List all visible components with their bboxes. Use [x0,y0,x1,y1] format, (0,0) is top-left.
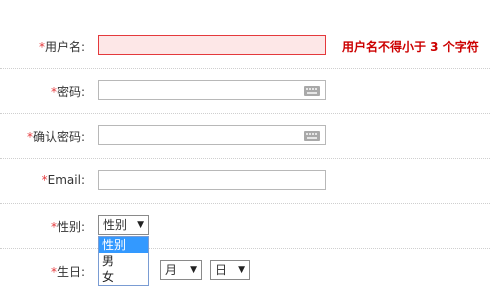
email-label: *Email: [41,173,85,187]
username-input[interactable] [98,35,326,55]
birthday-month-select[interactable]: 月 ▼ [160,260,202,280]
birthday-label: *生日: [50,265,85,279]
confirm-password-row: *确认密码: [0,115,490,159]
username-row: *用户名: 用户名不得小于 3 个字符 [0,25,490,69]
keyboard-icon[interactable] [304,131,320,141]
password-label: *密码: [50,85,85,99]
password-input[interactable] [98,80,326,100]
email-row: *Email: [0,160,490,204]
chevron-down-icon: ▼ [238,265,245,275]
chevron-down-icon: ▼ [190,265,197,275]
day-select-value: 日 [215,263,228,277]
month-select-value: 月 [165,263,178,277]
gender-dropdown-list: 性别 男 女 [98,236,149,286]
gender-select[interactable]: 性别 ▼ [98,215,149,235]
gender-option[interactable]: 男 [99,253,148,269]
birthday-row: *生日: 月 ▼ 日 ▼ [0,250,490,294]
gender-option[interactable]: 女 [99,269,148,285]
confirm-password-input[interactable] [98,125,326,145]
username-error-message: 用户名不得小于 3 个字符 [342,40,479,54]
confirm-password-label: *确认密码: [26,130,85,144]
keyboard-icon[interactable] [304,86,320,96]
gender-row: *性别: 性别 ▼ [0,205,490,249]
password-row: *密码: [0,70,490,114]
gender-option[interactable]: 性别 [99,237,148,253]
birthday-day-select[interactable]: 日 ▼ [210,260,250,280]
email-input[interactable] [98,170,326,190]
username-label: *用户名: [38,40,85,54]
chevron-down-icon: ▼ [137,220,144,230]
gender-select-value: 性别 [103,218,128,232]
gender-label: *性别: [50,220,85,234]
